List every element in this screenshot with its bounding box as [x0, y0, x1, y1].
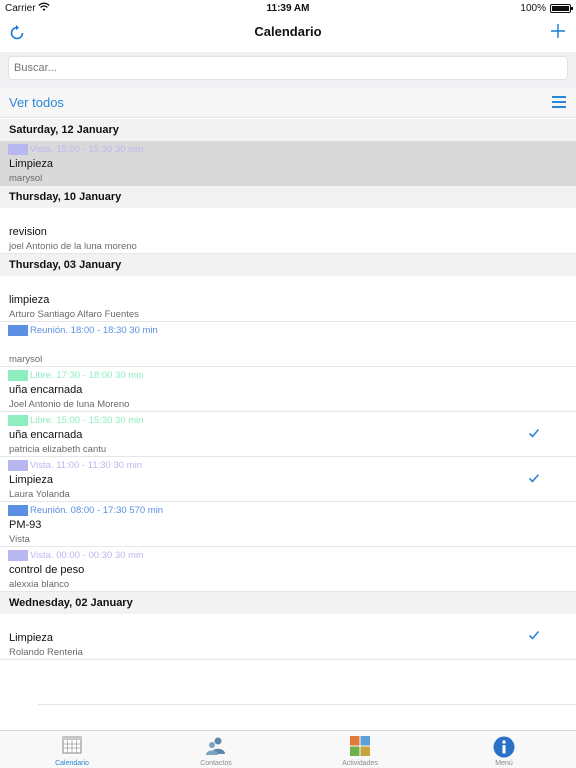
info-icon — [493, 736, 515, 758]
battery-percentage: 100% — [520, 3, 546, 14]
event-row[interactable]: Reunión. 08:00 - 17:30 570 min PM-93 Vista — [0, 502, 576, 547]
section-header-date: Wednesday, 02 January — [0, 592, 576, 614]
event-contact: Arturo Santiago Alfaro Fuentes — [9, 309, 139, 320]
event-contact: Vista — [9, 534, 30, 545]
event-row[interactable]: revision joel Antonio de la luna moreno — [0, 208, 576, 254]
event-title: PM-93 — [9, 519, 42, 531]
tab-label: Calendario — [55, 760, 89, 767]
checkmark-icon — [528, 630, 540, 640]
tab-label: Contactos — [200, 760, 232, 767]
event-type-tag: Vista. 11:00 - 11:30 30 min — [8, 459, 142, 471]
clock: 11:39 AM — [266, 3, 310, 14]
event-row[interactable]: Vista. 15:00 - 15:30 30 min Limpieza marys… — [0, 141, 576, 186]
event-row[interactable]: limpieza Arturo Santiago Alfaro Fuentes — [0, 276, 576, 322]
event-color-swatch — [8, 324, 28, 336]
list-empty-space — [0, 660, 576, 704]
event-time-label: Libre. 17:30 - 18:00 30 min — [30, 369, 144, 381]
tab-label: Actividades — [342, 760, 378, 767]
event-time-label: Vista. 11:00 - 11:30 30 min — [30, 459, 142, 471]
battery-icon — [550, 4, 573, 13]
section-header-date: Saturday, 12 January — [0, 119, 576, 141]
tab-label: Menú — [495, 760, 513, 767]
event-contact: patricia elizabeth cantu — [9, 444, 107, 455]
event-title: Limpieza — [9, 632, 54, 644]
event-title: uña encarnada — [9, 384, 83, 396]
tab-calendario[interactable]: Calendario — [0, 731, 144, 768]
event-contact: marysol — [9, 354, 43, 365]
event-time-label: Libre. 15:00 - 15:30 30 min — [30, 414, 144, 426]
page-title: Calendario — [254, 24, 322, 39]
status-bar: Carrier 11:39 AM 100% — [0, 0, 576, 18]
event-row[interactable]: Reunión. 18:00 - 18:30 30 min marysol — [0, 322, 576, 367]
section-header-date: Thursday, 10 January — [0, 186, 576, 208]
event-type-tag: Libre. 17:30 - 18:00 30 min — [8, 369, 144, 381]
add-icon[interactable] — [550, 23, 566, 39]
event-color-swatch — [8, 504, 28, 516]
tab-contactos[interactable]: Contactos — [144, 731, 288, 768]
checkmark-icon — [528, 428, 540, 438]
view-all-button[interactable]: Ver todos — [9, 95, 64, 110]
event-list: Saturday, 12 January Vista. 15:00 - 15:30… — [0, 119, 576, 705]
filter-row: Ver todos — [0, 88, 576, 118]
contacts-icon — [206, 737, 225, 755]
event-contact: alexxia blanco — [9, 579, 70, 590]
event-row[interactable]: Vista. 00:00 - 00:30 30 min control de pe… — [0, 547, 576, 592]
event-time-label: Vista. 15:00 - 15:30 30 min — [30, 143, 144, 155]
event-title: control de peso — [9, 564, 85, 576]
search-input[interactable] — [8, 56, 568, 80]
checkmark-icon — [528, 473, 540, 483]
event-title: Limpieza — [9, 474, 54, 486]
event-type-tag: Reunión. 18:00 - 18:30 30 min — [8, 324, 158, 336]
activities-icon — [350, 736, 370, 756]
event-row[interactable]: Limpieza Rolando Renteria — [0, 614, 576, 660]
event-title: limpieza — [9, 294, 50, 306]
event-title: revision — [9, 226, 47, 238]
event-type-tag: Reunión. 08:00 - 17:30 570 min — [8, 504, 163, 516]
tab-menu[interactable]: Menú — [432, 731, 576, 768]
section-header-date: Thursday, 03 January — [0, 254, 576, 276]
event-contact: joel Antonio de la luna moreno — [9, 241, 137, 252]
event-row[interactable]: Libre. 17:30 - 18:00 30 min uña encarnada… — [0, 367, 576, 412]
event-type-tag: Vista. 00:00 - 00:30 30 min — [8, 549, 143, 561]
event-time-label: Reunión. 08:00 - 17:30 570 min — [30, 504, 164, 516]
event-time-label: Reunión. 18:00 - 18:30 30 min — [30, 324, 158, 336]
list-menu-icon[interactable] — [552, 96, 566, 110]
event-title: uña encarnada — [9, 429, 83, 441]
event-contact: Joel Antonio de luna Moreno — [9, 399, 130, 410]
event-color-swatch — [8, 549, 28, 561]
search-bar — [0, 52, 576, 88]
event-color-swatch — [8, 414, 28, 426]
event-type-tag: Libre. 15:00 - 15:30 30 min — [8, 414, 144, 426]
event-contact: marysol — [9, 173, 43, 184]
event-contact: Laura Yolanda — [9, 489, 70, 500]
event-contact: Rolando Renteria — [9, 647, 83, 658]
event-row[interactable]: Vista. 11:00 - 11:30 30 min Limpieza Laura… — [0, 457, 576, 502]
event-color-swatch — [8, 143, 28, 155]
calendar-icon — [62, 736, 82, 754]
event-row[interactable]: Libre. 15:00 - 15:30 30 min uña encarnada… — [0, 412, 576, 457]
event-time-label: Vista. 00:00 - 00:30 30 min — [30, 549, 144, 561]
tab-bar: Calendario Contactos Actividades Menú — [0, 730, 576, 768]
tab-actividades[interactable]: Actividades — [288, 731, 432, 768]
event-color-swatch — [8, 369, 28, 381]
event-title: Limpieza — [9, 158, 54, 170]
navigation-bar: Calendario — [0, 18, 576, 48]
divider — [38, 704, 576, 705]
event-color-swatch — [8, 459, 28, 471]
event-type-tag: Vista. 15:00 - 15:30 30 min — [8, 143, 143, 155]
